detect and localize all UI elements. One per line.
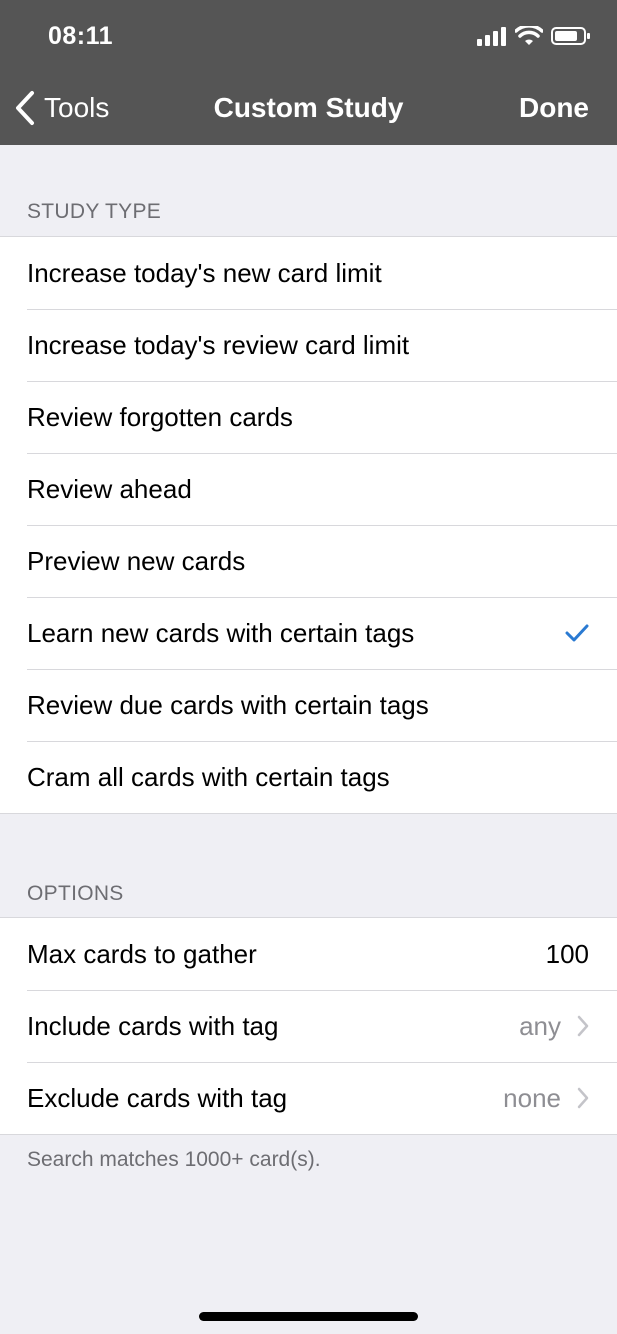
battery-icon [551,27,590,45]
done-button[interactable]: Done [519,92,589,124]
status-bar: 08:11 [0,0,617,72]
study-type-header: STUDY TYPE [27,200,162,223]
study-type-label: Review due cards with certain tags [27,689,429,720]
exclude-tag-row[interactable]: Exclude cards with tag none [0,1062,617,1134]
study-type-option-selected[interactable]: Learn new cards with certain tags [0,597,617,669]
include-tag-label: Include cards with tag [27,1010,279,1041]
study-type-option[interactable]: Increase today's review card limit [0,309,617,381]
options-list: Max cards to gather 100 Include cards wi… [0,917,617,1135]
include-tag-row[interactable]: Include cards with tag any [0,990,617,1062]
max-cards-label: Max cards to gather [27,938,257,969]
study-type-label: Preview new cards [27,545,246,576]
study-type-option[interactable]: Increase today's new card limit [0,237,617,309]
options-header: OPTIONS [27,882,124,905]
study-type-label: Increase today's new card limit [27,257,382,288]
status-icons [477,26,591,46]
status-time: 08:11 [48,22,114,50]
study-type-option[interactable]: Preview new cards [0,525,617,597]
cellular-signal-icon [477,27,506,46]
search-matches-note: Search matches 1000+ card(s). [27,1148,321,1171]
chevron-right-icon [577,1015,589,1037]
study-type-list: Increase today's new card limit Increase… [0,236,617,814]
study-type-option[interactable]: Review forgotten cards [0,381,617,453]
exclude-tag-value: none [503,1082,561,1113]
max-cards-row[interactable]: Max cards to gather 100 [0,918,617,990]
study-type-label: Increase today's review card limit [27,329,410,360]
navigation-bar: Tools Custom Study Done [0,72,617,145]
chevron-right-icon [577,1087,589,1109]
exclude-tag-label: Exclude cards with tag [27,1082,288,1113]
include-tag-value: any [519,1010,561,1041]
study-type-label: Learn new cards with certain tags [27,617,415,648]
study-type-label: Review forgotten cards [27,401,293,432]
checkmark-icon [565,623,589,643]
study-type-option[interactable]: Review due cards with certain tags [0,669,617,741]
max-cards-value[interactable]: 100 [546,939,589,970]
study-type-option[interactable]: Review ahead [0,453,617,525]
study-type-label: Cram all cards with certain tags [27,761,390,792]
wifi-icon [515,26,543,45]
home-indicator[interactable] [199,1312,418,1321]
study-type-label: Review ahead [27,473,192,504]
study-type-option[interactable]: Cram all cards with certain tags [0,741,617,813]
